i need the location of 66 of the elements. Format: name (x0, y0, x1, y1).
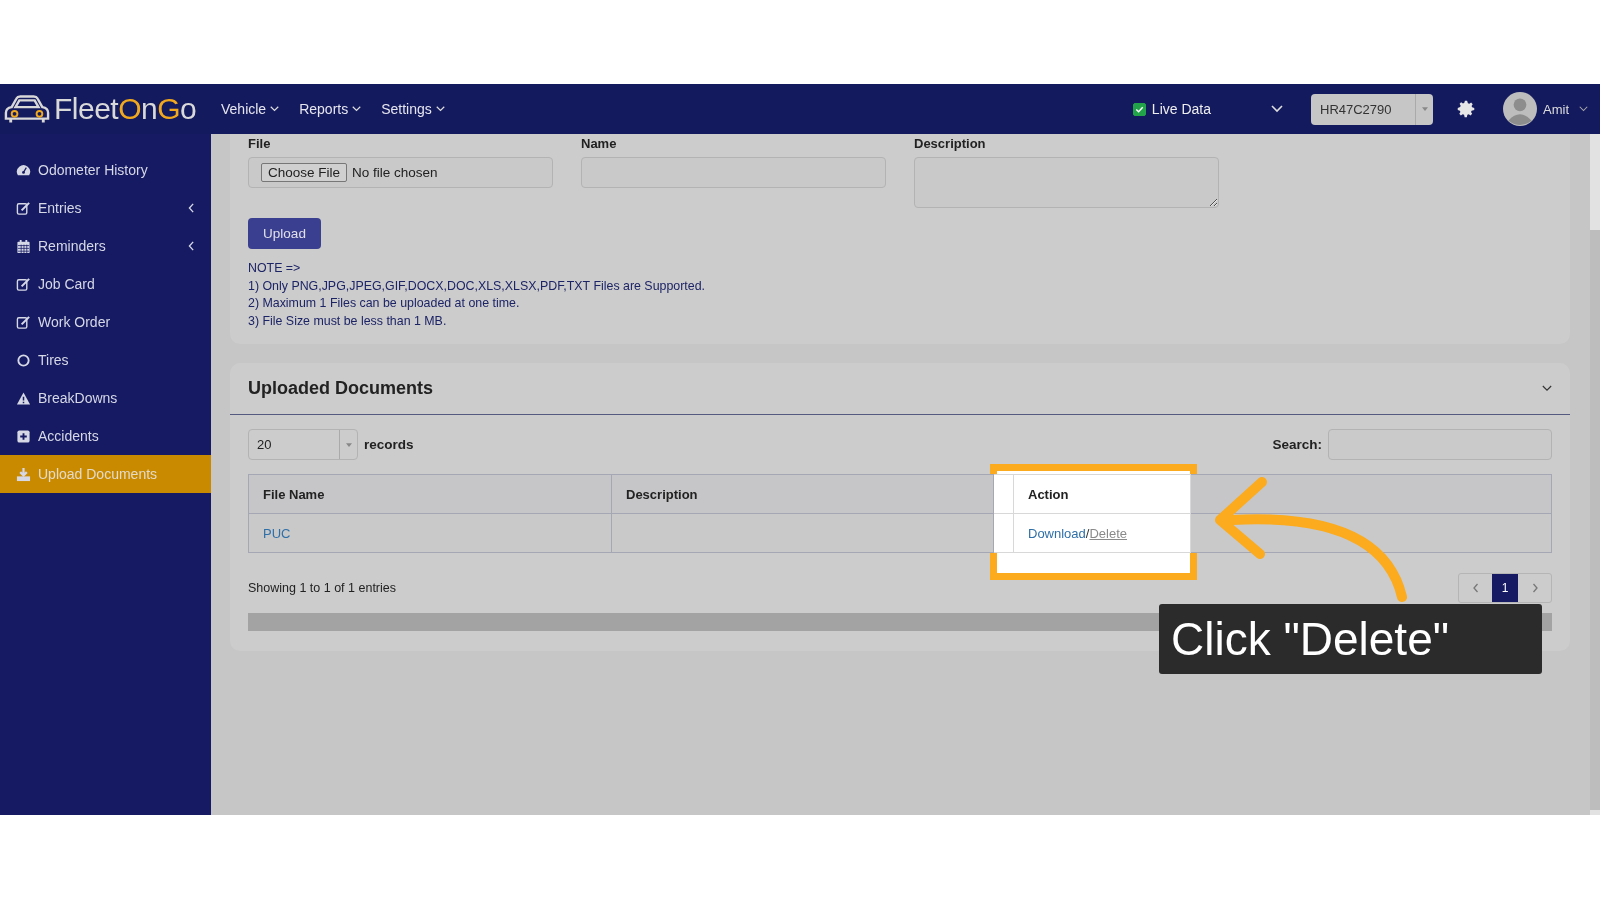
page-size-select[interactable]: 20 (248, 429, 358, 460)
chevron-right-icon (1530, 582, 1539, 594)
edit-icon (16, 314, 31, 330)
sidebar-item[interactable]: Odometer History (0, 151, 211, 189)
chevron-down-icon[interactable] (1542, 385, 1552, 392)
caret-icon (345, 442, 352, 447)
choose-file-button[interactable]: Choose File (261, 163, 348, 182)
car-icon (4, 93, 50, 125)
calendar-icon (16, 238, 31, 254)
description-field[interactable] (914, 157, 1219, 208)
upload-button[interactable]: Upload (248, 218, 321, 249)
sidebar-item[interactable]: BreakDowns (0, 379, 211, 417)
search-field[interactable] (1328, 429, 1552, 460)
sidebar-item[interactable]: Work Order (0, 303, 211, 341)
note-text: NOTE => (248, 260, 302, 277)
search-label: Search: (1272, 437, 1322, 452)
logo-text: FleetOnGo (54, 92, 197, 126)
sidebar-item[interactable]: Job Card (0, 265, 211, 303)
vehicle-select[interactable]: HR47C2790 (1311, 93, 1433, 125)
records-label: records (364, 437, 414, 452)
sidebar-item[interactable]: Reminders (0, 227, 211, 265)
edit-icon (16, 200, 31, 216)
page-button[interactable]: 1 (1492, 574, 1518, 602)
chevron-left-icon (188, 241, 195, 251)
warning-icon (16, 390, 31, 406)
field-label: Name (581, 136, 618, 151)
download-link[interactable]: Download (1028, 525, 1086, 541)
file-field[interactable]: Choose File No file chosen (248, 157, 553, 188)
column-header[interactable]: Action (1013, 474, 1191, 514)
sidebar-item[interactable]: Accidents (0, 417, 211, 455)
chevron-down-icon (352, 106, 362, 112)
plus-icon (16, 428, 31, 444)
field-label: Description (914, 136, 987, 151)
note-text: 2) Maximum 1 Files can be uploaded at one time. (248, 295, 521, 312)
live-data-label: Live Data (1151, 101, 1211, 117)
name-field[interactable] (581, 157, 886, 188)
download-icon (16, 466, 31, 482)
note-text: 1) Only PNG,JPG,JPEG,GIF,DOCX,DOC,XLS,XLSX,PDF,TXT Files are Supported. (248, 277, 706, 295)
avatar-icon (1503, 92, 1537, 126)
column-header[interactable]: Description (611, 474, 994, 514)
nav-menu[interactable]: Vehicle (221, 101, 280, 117)
chevron-down-icon (1579, 106, 1588, 112)
field-label: File (248, 136, 272, 151)
chevron-left-icon (1471, 582, 1480, 594)
circle-icon (16, 352, 31, 368)
chevron-down-icon (270, 106, 280, 112)
chevron-down-icon (435, 106, 445, 112)
chevron-left-icon (188, 203, 195, 213)
vertical-scrollbar[interactable] (1590, 134, 1600, 815)
nav-menu[interactable]: Settings (381, 101, 445, 117)
note-text: 3) File Size must be less than 1 MB. (248, 312, 448, 330)
settings-icon[interactable] (1455, 98, 1477, 120)
user-menu[interactable]: Amit (1503, 92, 1588, 126)
section-title: Uploaded Documents (248, 378, 435, 399)
instruction-tooltip: Click "Delete" (1159, 604, 1542, 674)
sidebar-item[interactable]: Tires (0, 341, 211, 379)
entries-info: Showing 1 to 1 of 1 entries (248, 581, 396, 595)
separator: / (1085, 525, 1090, 541)
column-header[interactable]: File Name (248, 474, 612, 514)
edit-icon (16, 276, 31, 292)
caret-icon (1421, 107, 1428, 111)
nav-menu[interactable]: Reports (299, 101, 362, 117)
gauge-icon (16, 162, 31, 178)
file-status: No file chosen (352, 165, 438, 180)
checkbox[interactable] (1132, 102, 1146, 116)
sidebar-item[interactable]: Entries (0, 189, 211, 227)
